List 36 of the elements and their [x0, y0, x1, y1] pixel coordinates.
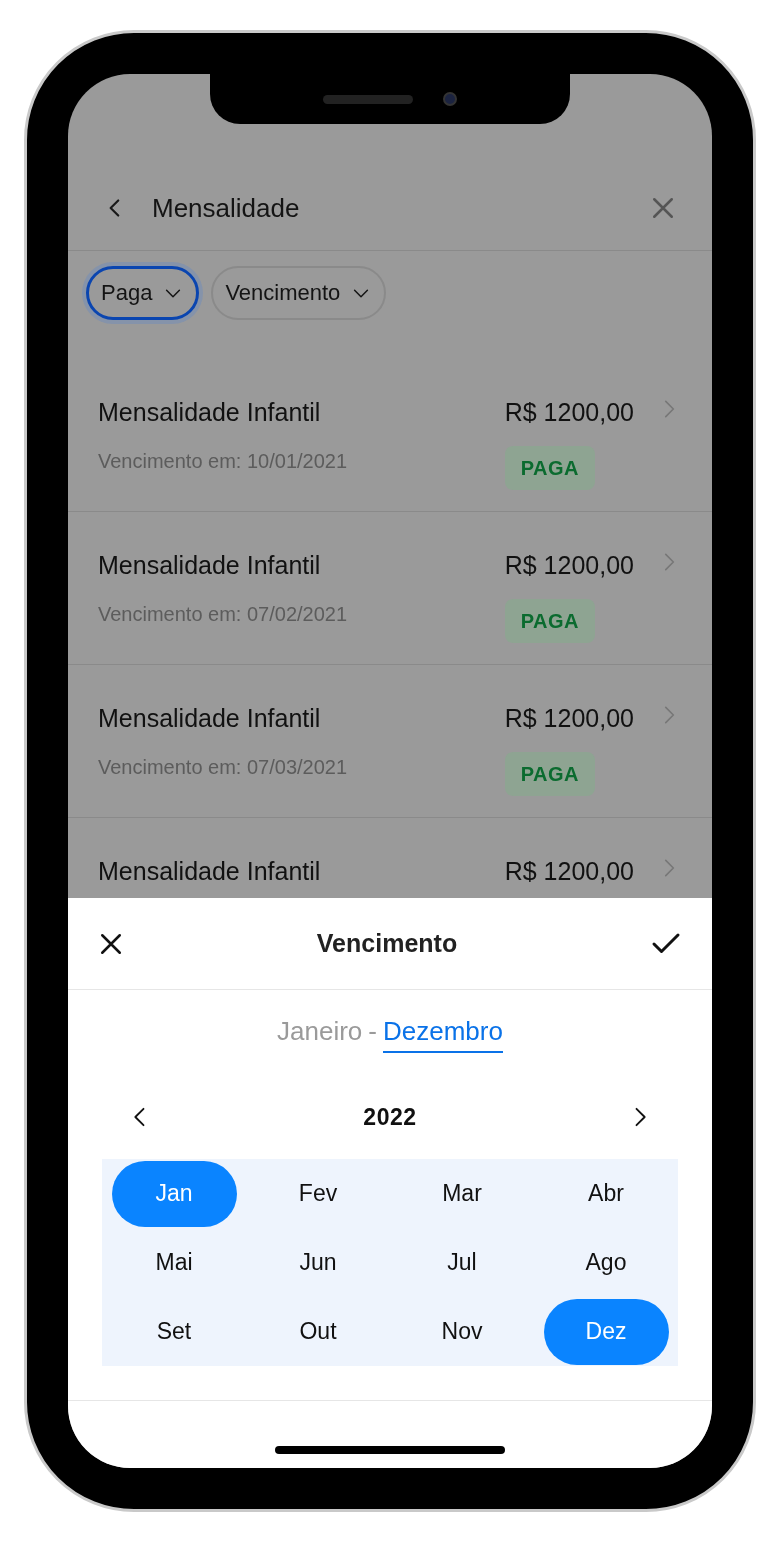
month-option[interactable]: Fev [255, 1160, 381, 1227]
month-option[interactable]: Jul [399, 1229, 525, 1296]
payment-row[interactable]: Mensalidade Infantil Vencimento em: 10/01/2021 R$ 1200,00 PAGA [68, 359, 712, 512]
status-badge: PAGA [504, 598, 596, 643]
payment-amount: R$ 1200,00 [504, 703, 634, 734]
sheet-title: Vencimento [315, 927, 459, 959]
month-option[interactable]: Set [111, 1298, 237, 1365]
status-badge: PAGA [504, 445, 596, 490]
payment-row[interactable]: Mensalidade Infantil Vencimento em: 07/03/2021 R$ 1200,00 PAGA [68, 665, 712, 818]
month-option[interactable]: Dez [543, 1298, 669, 1365]
payment-title: Mensalidade Infantil [98, 703, 322, 734]
payment-row[interactable]: Mensalidade Infantil Vencimento em: 07/02/2021 R$ 1200,00 PAGA [68, 512, 712, 665]
camera-lens [443, 92, 457, 106]
year-label: 2022 [363, 1102, 417, 1132]
payment-title: Mensalidade Infantil [98, 397, 322, 428]
month-option[interactable]: Mar [399, 1160, 525, 1227]
range-separator: - [368, 1015, 377, 1048]
filter-chip[interactable]: Vencimento [211, 265, 387, 320]
payment-title: Mensalidade Infantil [98, 856, 322, 887]
month-option[interactable]: Jan [111, 1160, 237, 1227]
month-option[interactable]: Jun [255, 1229, 381, 1296]
month-option[interactable]: Mai [111, 1229, 237, 1296]
due-date: Vencimento em: 10/01/2021 [98, 448, 349, 474]
payment-amount: R$ 1200,00 [504, 550, 634, 581]
range-end-tab[interactable]: Dezembro [383, 1012, 503, 1053]
month-option[interactable]: Abr [543, 1160, 669, 1227]
month-option[interactable]: Out [255, 1298, 381, 1365]
payment-title: Mensalidade Infantil [98, 550, 322, 581]
due-date: Vencimento em: 07/02/2021 [98, 601, 349, 627]
payment-amount: R$ 1200,00 [504, 397, 634, 428]
payment-amount: R$ 1200,00 [504, 856, 634, 887]
status-badge: PAGA [504, 751, 596, 796]
due-date: Vencimento em: 07/03/2021 [98, 754, 349, 780]
month-option[interactable]: Ago [543, 1229, 669, 1296]
page-title: Mensalidade [152, 191, 301, 225]
month-option[interactable]: Nov [399, 1298, 525, 1365]
